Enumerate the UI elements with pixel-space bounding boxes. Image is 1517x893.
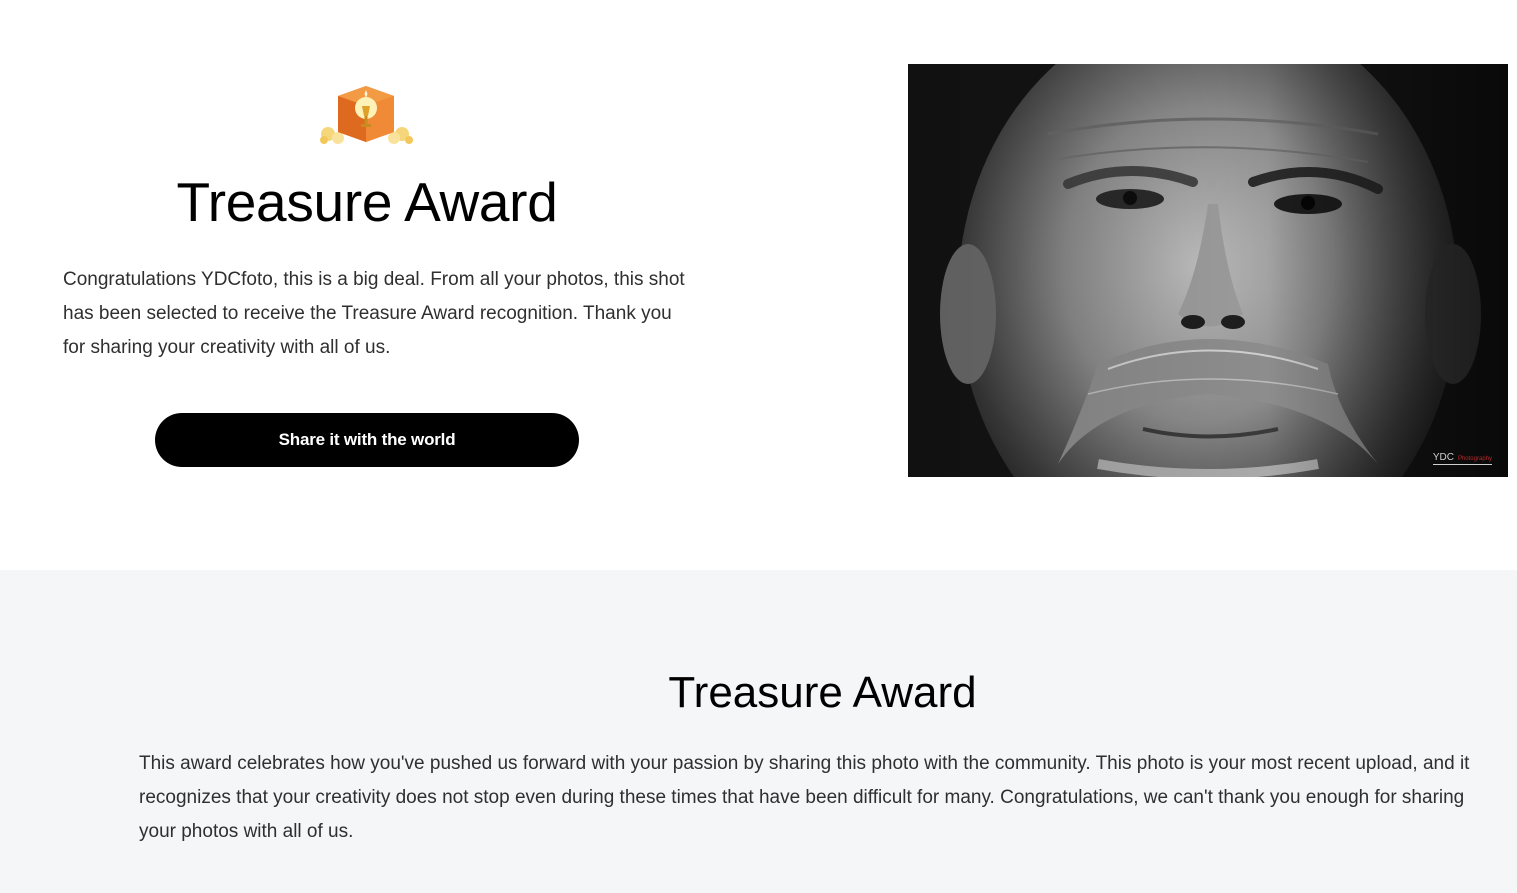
award-info-section: Treasure Award This award celebrates how…: [0, 570, 1517, 893]
award-title: Treasure Award: [176, 171, 558, 233]
award-message: Congratulations YDCfoto, this is a big d…: [63, 269, 685, 358]
share-button[interactable]: Share it with the world: [155, 413, 579, 467]
treasure-chest-icon: [318, 82, 414, 146]
photo-watermark: YDC Photography: [1432, 452, 1492, 465]
award-info-title: Treasure Award: [668, 668, 977, 717]
award-hero: Treasure Award Congratulations YDCfoto, …: [0, 0, 1517, 570]
award-info-description: This award celebrates how you've pushed …: [139, 753, 1470, 842]
awarded-photo[interactable]: YDC Photography: [908, 64, 1508, 477]
